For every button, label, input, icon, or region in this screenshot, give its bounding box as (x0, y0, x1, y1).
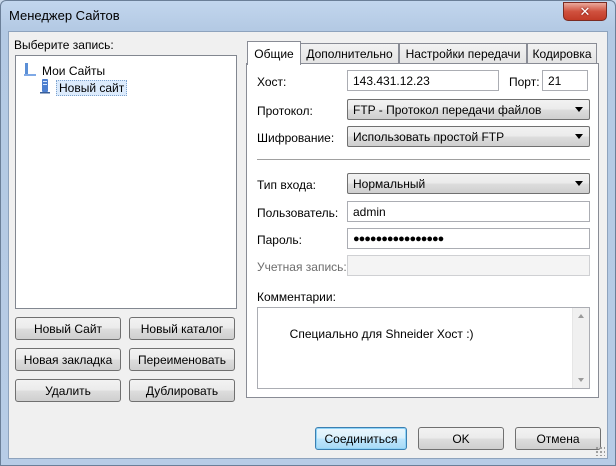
scroll-down-icon[interactable] (578, 378, 584, 382)
comments-text: Специально для Shneider Хост :) (289, 327, 474, 341)
chevron-down-icon (575, 134, 583, 139)
rename-button[interactable]: Переименовать (129, 348, 235, 371)
port-input[interactable]: 21 (542, 70, 588, 91)
window-title: Менеджер Сайтов (9, 8, 120, 23)
scroll-up-icon[interactable] (578, 314, 584, 318)
ok-button[interactable]: OK (418, 427, 504, 450)
cancel-button[interactable]: Отмена (515, 427, 601, 450)
chevron-down-icon (575, 181, 583, 186)
folder-icon (22, 61, 38, 80)
select-entry-label: Выберите запись: (14, 38, 114, 52)
comments-label: Комментарии: (257, 290, 336, 304)
user-input[interactable]: admin (347, 201, 590, 222)
comments-scrollbar[interactable] (572, 308, 589, 388)
encryption-label: Шифрование: (257, 131, 335, 145)
host-label: Хост: (257, 75, 287, 89)
close-icon: ✕ (579, 3, 591, 19)
new-site-button[interactable]: Новый Сайт (15, 317, 121, 340)
protocol-select[interactable]: FTP - Протокол передачи файлов (347, 99, 590, 120)
duplicate-button[interactable]: Дублировать (129, 379, 235, 402)
logon-type-value: Нормальный (353, 176, 426, 191)
encryption-value: Использовать простой FTP (353, 129, 505, 144)
new-folder-button[interactable]: Новый каталог (129, 317, 235, 340)
tree-item-label: Новый сайт (56, 79, 128, 96)
tab-general[interactable]: Общие (247, 41, 301, 65)
site-manager-window: Менеджер Сайтов ✕ Выберите запись: Мои С… (0, 0, 616, 466)
protocol-label: Протокол: (257, 104, 313, 118)
tab-charset[interactable]: Кодировка (527, 43, 597, 64)
tree-item-label: Мои Сайты (42, 63, 106, 78)
account-label: Учетная запись: (257, 260, 347, 274)
password-input[interactable]: ●●●●●●●●●●●●●●●● (347, 228, 590, 249)
separator (257, 159, 590, 161)
encryption-select[interactable]: Использовать простой FTP (347, 126, 590, 147)
close-button[interactable]: ✕ (563, 2, 607, 21)
port-label: Порт: (509, 75, 540, 89)
account-input[interactable] (347, 255, 590, 276)
chevron-down-icon (575, 107, 583, 112)
delete-button[interactable]: Удалить (15, 379, 121, 402)
tree-item-new-site[interactable]: Новый сайт (38, 78, 128, 97)
host-input[interactable]: 143.431.12.23 (347, 70, 499, 91)
protocol-value: FTP - Протокол передачи файлов (353, 102, 542, 117)
logon-type-select[interactable]: Нормальный (347, 173, 590, 194)
tab-advanced[interactable]: Дополнительно (300, 43, 399, 64)
password-label: Пароль: (257, 233, 302, 247)
server-icon (38, 78, 52, 97)
tab-transfer-settings[interactable]: Настройки передачи (399, 43, 527, 64)
general-tab-panel: Хост: 143.431.12.23 Порт: 21 Протокол: F… (246, 63, 599, 398)
title-bar[interactable]: Менеджер Сайтов ✕ (1, 1, 615, 31)
user-label: Пользователь: (257, 206, 339, 220)
dialog-client-area: Выберите запись: Мои Сайты Новый сайт Но… (8, 31, 608, 459)
resize-grip-icon[interactable] (595, 446, 605, 456)
comments-textarea[interactable]: Специально для Shneider Хост :) (257, 307, 590, 389)
site-tree[interactable]: Мои Сайты Новый сайт (15, 55, 237, 309)
connect-button[interactable]: Соединиться (315, 427, 407, 450)
logon-type-label: Тип входа: (257, 178, 316, 192)
new-bookmark-button[interactable]: Новая закладка (15, 348, 121, 371)
